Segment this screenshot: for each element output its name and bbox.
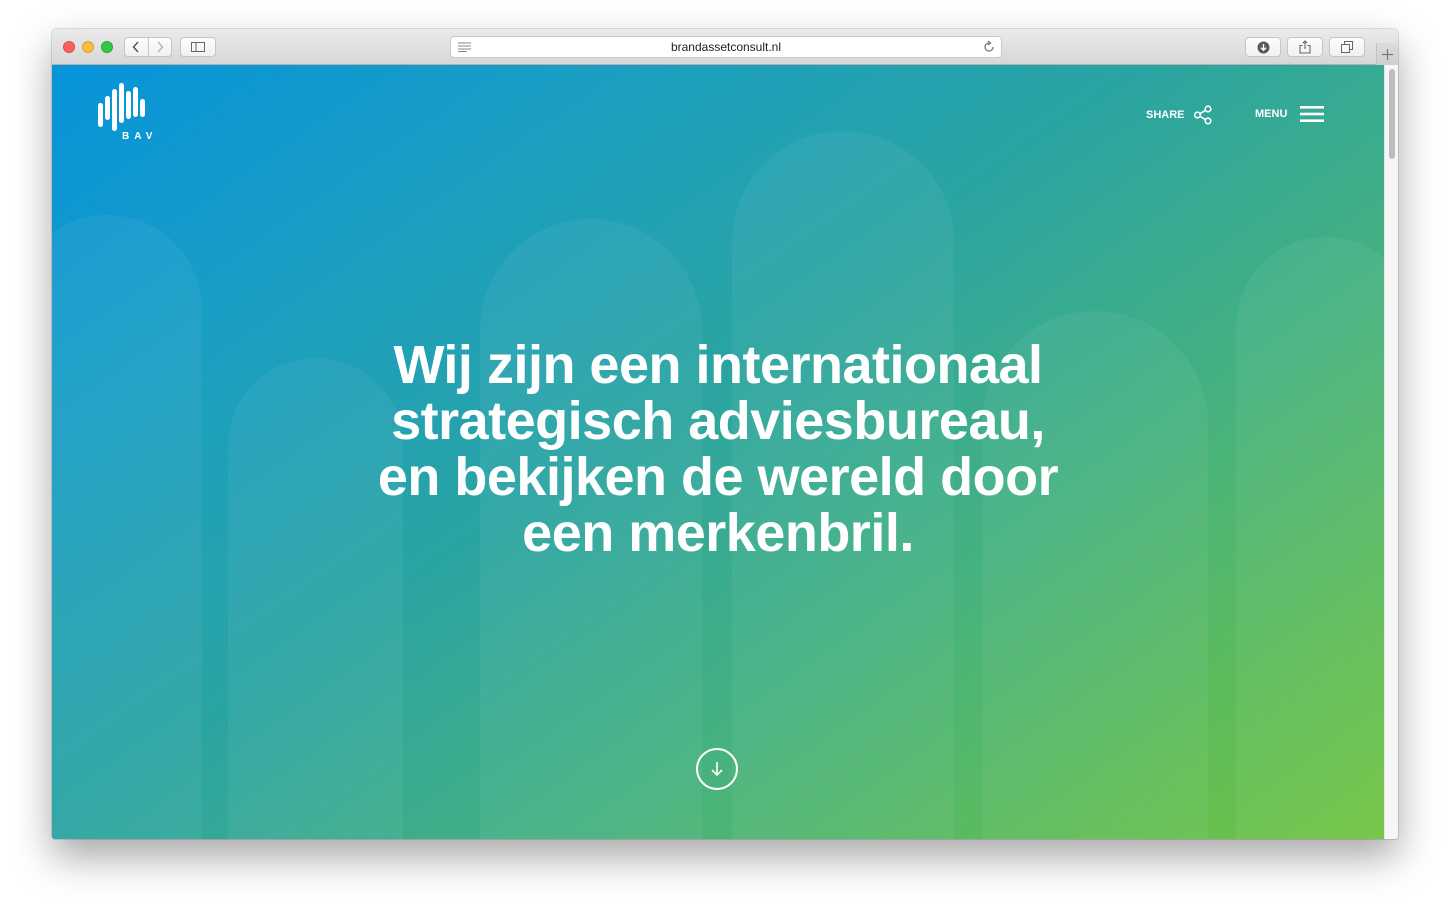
menu-button[interactable]: MENU — [1255, 105, 1325, 123]
tabs-overview-button[interactable] — [1329, 37, 1365, 57]
browser-window: brandassetconsult.nl BAV SHARE MENU Wij … — [52, 29, 1398, 839]
share-icon — [1299, 40, 1311, 54]
chevron-right-icon — [157, 41, 164, 53]
back-button[interactable] — [125, 38, 148, 56]
tabs-icon — [1341, 41, 1353, 53]
browser-toolbar: brandassetconsult.nl — [52, 29, 1398, 65]
hero-line: strategisch adviesbureau, — [391, 391, 1045, 451]
sidebar-toggle-button[interactable] — [180, 37, 216, 57]
hero-line: Wij zijn een internationaal — [393, 335, 1043, 395]
window-close-button[interactable] — [63, 41, 75, 53]
sidebar-icon — [191, 42, 205, 52]
share-nodes-icon — [1193, 105, 1212, 125]
menu-label: MENU — [1255, 108, 1288, 120]
share-label: SHARE — [1146, 109, 1185, 121]
window-minimize-button[interactable] — [82, 41, 94, 53]
share-button[interactable]: SHARE — [1146, 105, 1213, 125]
window-maximize-button[interactable] — [101, 41, 113, 53]
background-shape — [1236, 237, 1384, 839]
scroll-down-button[interactable] — [696, 748, 738, 790]
plus-icon — [1382, 48, 1393, 60]
scrollbar-thumb[interactable] — [1389, 69, 1395, 159]
page-scrollbar[interactable] — [1384, 65, 1398, 839]
logo-wordmark: BAV — [122, 131, 158, 142]
hero-line: een merkenbril. — [522, 503, 914, 563]
browser-share-button[interactable] — [1287, 37, 1323, 57]
url-text: brandassetconsult.nl — [670, 40, 782, 54]
web-page: BAV SHARE MENU Wij zijn een internationa… — [52, 65, 1384, 839]
address-bar[interactable]: brandassetconsult.nl — [450, 36, 1002, 58]
reload-icon[interactable] — [982, 40, 996, 54]
background-shape — [52, 215, 202, 839]
history-navigation — [124, 37, 172, 57]
hero-headline: Wij zijn een internationaal strategisch … — [268, 337, 1168, 561]
reader-icon[interactable] — [458, 42, 471, 52]
download-icon — [1257, 41, 1269, 53]
hamburger-icon — [1300, 106, 1325, 122]
forward-button[interactable] — [147, 38, 172, 56]
new-tab-button[interactable] — [1376, 43, 1398, 65]
arrow-down-icon — [711, 762, 723, 777]
hero-line: en bekijken de wereld door — [377, 447, 1059, 507]
downloads-button[interactable] — [1245, 37, 1281, 57]
chevron-left-icon — [132, 41, 139, 53]
